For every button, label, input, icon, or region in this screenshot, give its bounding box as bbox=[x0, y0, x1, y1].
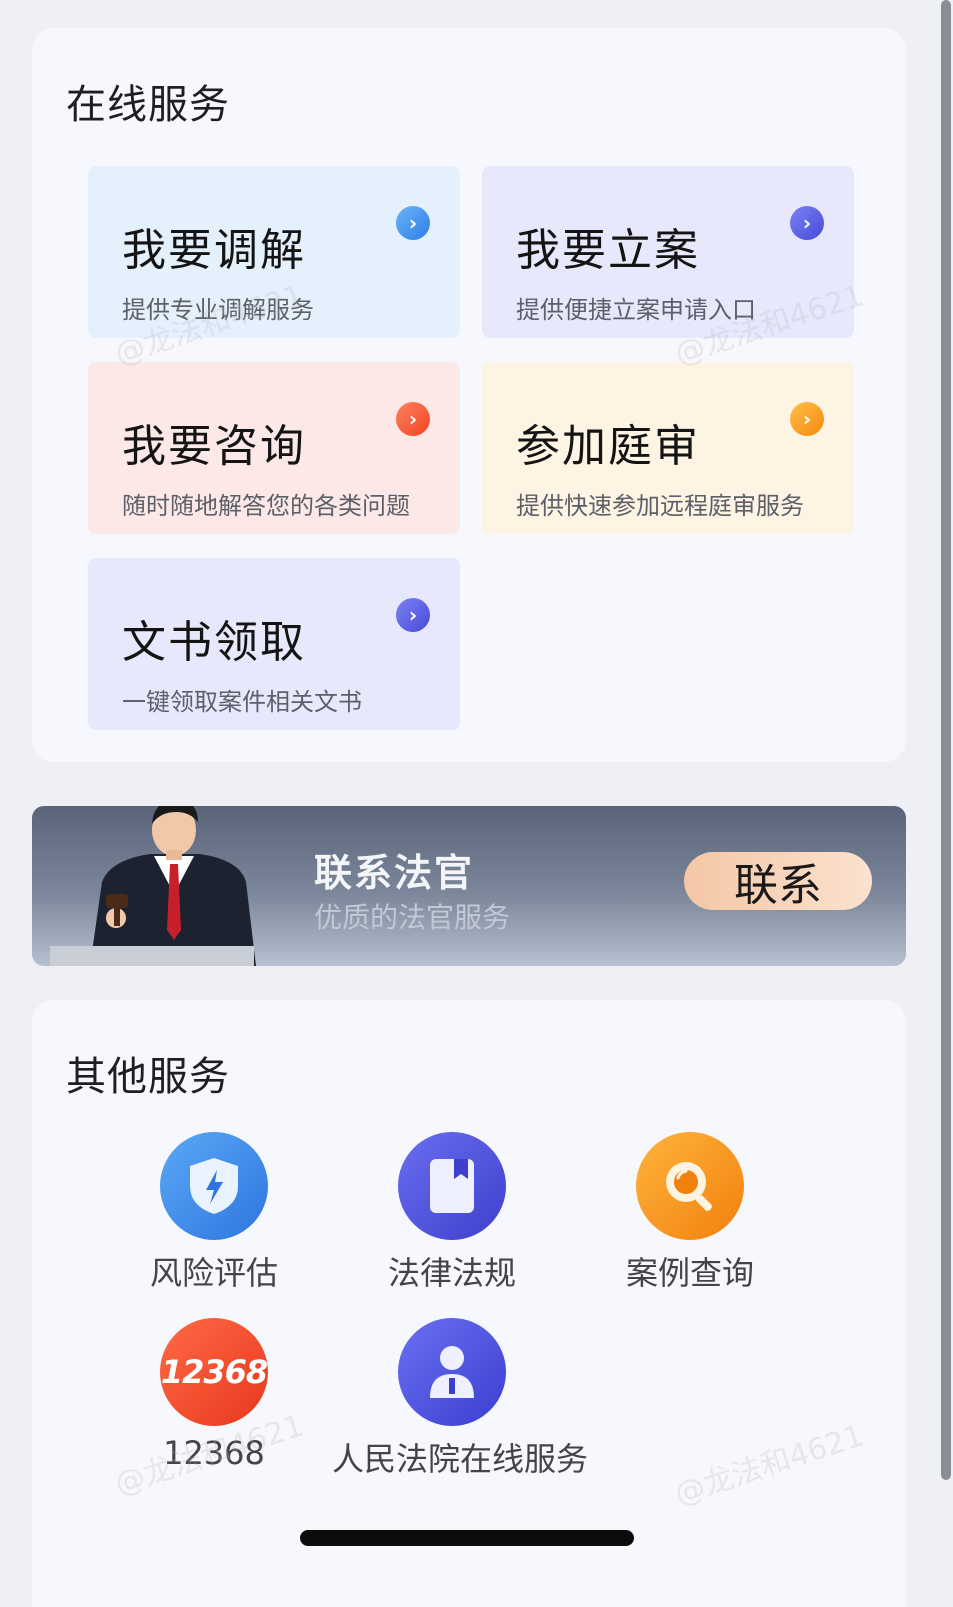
judge-illustration-icon bbox=[90, 806, 256, 966]
person-icon bbox=[398, 1318, 506, 1426]
12368-badge-icon: 12368 bbox=[160, 1318, 268, 1426]
chevron-right-icon: › bbox=[790, 402, 824, 436]
tile-consult-desc: 随时随地解答您的各类问题 bbox=[122, 492, 410, 520]
chevron-right-icon: › bbox=[790, 206, 824, 240]
tile-filing[interactable]: 我要立案 提供便捷立案申请入口 › bbox=[482, 166, 854, 338]
tile-mediation-title: 我要调解 bbox=[122, 225, 306, 276]
other-services-title: 其他服务 bbox=[66, 1054, 230, 1100]
tile-filing-title: 我要立案 bbox=[516, 225, 700, 276]
scrollbar[interactable] bbox=[941, 0, 951, 1607]
service-case-search[interactable]: 案例查询 bbox=[570, 1132, 810, 1302]
service-12368[interactable]: 12368 12368 bbox=[94, 1318, 334, 1488]
service-label: 案例查询 bbox=[625, 1254, 754, 1292]
tile-documents-desc: 一键领取案件相关文书 bbox=[122, 688, 362, 716]
tile-hearing-desc: 提供快速参加远程庭审服务 bbox=[516, 492, 804, 520]
tile-consult[interactable]: 我要咨询 随时随地解答您的各类问题 › bbox=[88, 362, 460, 534]
chevron-right-icon: › bbox=[396, 402, 430, 436]
other-services-card: 其他服务 风险评估 法律法规 案例查询 12368 12368 人民法院在线服务 bbox=[32, 1000, 906, 1607]
contact-judge-banner[interactable]: 联系法官 优质的法官服务 联系 bbox=[32, 806, 906, 966]
tile-consult-title: 我要咨询 bbox=[122, 421, 306, 472]
service-court-online[interactable]: 人民法院在线服务 bbox=[332, 1318, 589, 1488]
tile-filing-desc: 提供便捷立案申请入口 bbox=[516, 296, 756, 324]
tile-documents[interactable]: 文书领取 一键领取案件相关文书 › bbox=[88, 558, 460, 730]
service-risk-assessment[interactable]: 风险评估 bbox=[94, 1132, 334, 1302]
chevron-right-icon: › bbox=[396, 206, 430, 240]
home-indicator[interactable] bbox=[300, 1530, 634, 1546]
page: 在线服务 我要调解 提供专业调解服务 › 我要立案 提供便捷立案申请入口 › 我… bbox=[0, 0, 953, 1607]
magnifier-icon bbox=[636, 1132, 744, 1240]
tile-hearing-title: 参加庭审 bbox=[516, 421, 700, 472]
banner-subtitle: 优质的法官服务 bbox=[314, 901, 511, 934]
service-laws[interactable]: 法律法规 bbox=[332, 1132, 572, 1302]
tile-hearing[interactable]: 参加庭审 提供快速参加远程庭审服务 › bbox=[482, 362, 854, 534]
tile-mediation-desc: 提供专业调解服务 bbox=[122, 296, 314, 324]
badge-text: 12368 bbox=[160, 1353, 268, 1391]
desk-block bbox=[50, 946, 254, 966]
banner-title: 联系法官 bbox=[314, 851, 475, 895]
service-label: 风险评估 bbox=[149, 1254, 278, 1292]
service-label: 12368 bbox=[163, 1434, 265, 1472]
online-services-title: 在线服务 bbox=[66, 82, 230, 128]
scrollbar-thumb[interactable] bbox=[941, 0, 951, 1480]
chevron-right-icon: › bbox=[396, 598, 430, 632]
contact-button[interactable]: 联系 bbox=[684, 852, 872, 911]
book-icon bbox=[398, 1132, 506, 1240]
tile-mediation[interactable]: 我要调解 提供专业调解服务 › bbox=[88, 166, 460, 338]
online-services-card: 在线服务 我要调解 提供专业调解服务 › 我要立案 提供便捷立案申请入口 › 我… bbox=[32, 28, 906, 762]
shield-bolt-icon bbox=[160, 1132, 268, 1240]
service-label: 法律法规 bbox=[387, 1254, 516, 1292]
service-label: 人民法院在线服务 bbox=[332, 1440, 589, 1478]
tile-documents-title: 文书领取 bbox=[122, 617, 306, 668]
